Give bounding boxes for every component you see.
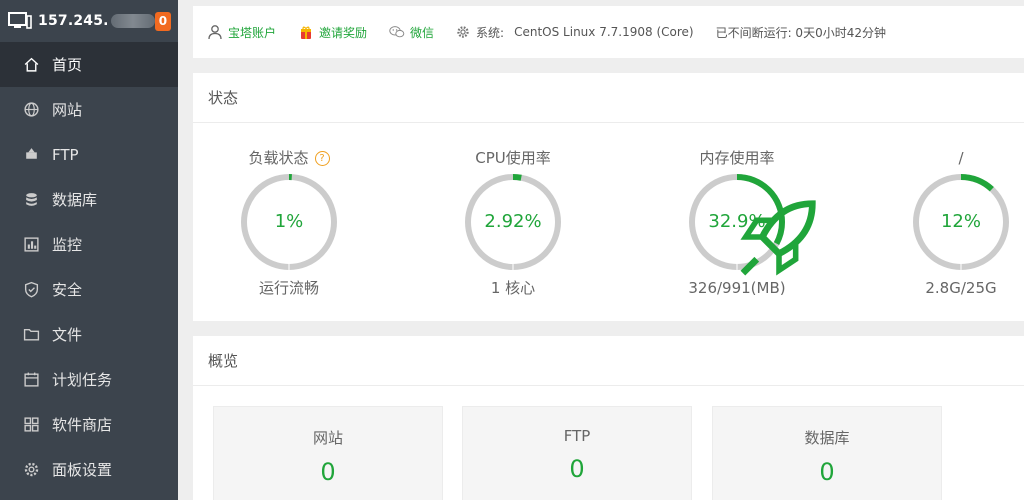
overview-card-website[interactable]: 网站 0	[213, 406, 443, 500]
gauge-subtext: 运行流畅	[258, 279, 319, 297]
system-label: 系统:	[476, 25, 505, 40]
card-label: 网站	[312, 429, 343, 447]
help-icon[interactable]: ?	[314, 150, 330, 166]
shield-icon	[23, 281, 40, 298]
sidebar-item-store[interactable]: 软件商店	[0, 402, 178, 447]
database-icon	[23, 191, 40, 208]
sidebar-item-files[interactable]: 文件	[0, 312, 178, 357]
sidebar-item-label: 文件	[52, 326, 83, 344]
sidebar-item-cron[interactable]: 计划任务	[0, 357, 178, 402]
sidebar-item-label: 软件商店	[52, 416, 113, 434]
ip-redaction	[110, 14, 155, 28]
user-icon	[207, 24, 223, 40]
sidebar-item-label: 计划任务	[52, 371, 113, 389]
calendar-icon	[23, 371, 40, 388]
status-title: 状态	[193, 73, 1024, 123]
sidebar-item-label: 面板设置	[52, 461, 113, 479]
gauge-title: 负载状态	[248, 149, 309, 167]
sidebar-item-security[interactable]: 安全	[0, 267, 178, 312]
sidebar-item-label: FTP	[52, 145, 79, 164]
memory-gauge[interactable]: 内存使用率 32.9% 326/991(MB)	[662, 147, 816, 299]
overview-title: 概览	[193, 336, 1024, 386]
sidebar-item-label: 网站	[52, 101, 83, 119]
wechat-link[interactable]: 微信	[389, 24, 434, 41]
disk-gauge[interactable]: / 12% 2.8G/25G	[886, 147, 1024, 299]
wechat-label: 微信	[410, 25, 435, 40]
gauge-value: 32.9%	[708, 211, 766, 232]
sidebar-item-label: 数据库	[52, 191, 98, 209]
sidebar-item-database[interactable]: 数据库	[0, 177, 178, 222]
card-label: FTP	[563, 427, 591, 445]
card-value: 0	[320, 458, 336, 486]
gauge-title: 内存使用率	[699, 149, 775, 167]
wechat-icon	[389, 24, 405, 40]
sidebar-item-label: 安全	[52, 281, 83, 299]
sidebar: 157.245. 0 首页 网站 FTP 数据库 监控 安全 文件 计划任务 软…	[0, 0, 178, 500]
overview-card-ftp[interactable]: FTP 0	[462, 406, 692, 500]
home-icon	[23, 56, 40, 73]
gauge-value: 2.92%	[484, 211, 542, 232]
system-info: 系统: CentOS Linux 7.7.1908 (Core)	[456, 24, 694, 41]
uptime-info: 已不间断运行: 0天0小时42分钟	[716, 24, 886, 41]
status-panel: 状态 负载状态? 1% 运行流畅 CPU使用率 2.92% 1 核心 内存使用率…	[193, 73, 1024, 321]
monitor-icon	[8, 11, 32, 31]
sidebar-item-monitor[interactable]: 监控	[0, 222, 178, 267]
apps-icon	[23, 416, 40, 433]
sidebar-item-ftp[interactable]: FTP	[0, 132, 178, 177]
gauge-subtext: 1 核心	[490, 279, 536, 297]
card-value: 0	[569, 455, 585, 483]
server-ip: 157.245.	[38, 13, 109, 29]
gauge-value: 1%	[274, 211, 304, 232]
ftp-icon	[23, 146, 40, 163]
sidebar-item-settings[interactable]: 面板设置	[0, 447, 178, 492]
cpu-gauge[interactable]: CPU使用率 2.92% 1 核心	[438, 147, 588, 299]
sidebar-item-label: 监控	[52, 236, 83, 254]
card-value: 0	[819, 458, 835, 486]
sidebar-item-label: 首页	[52, 56, 83, 74]
gauge-subtext: 2.8G/25G	[925, 279, 997, 297]
system-value: CentOS Linux 7.7.1908 (Core)	[514, 25, 694, 39]
gauge-value: 12%	[940, 211, 981, 232]
overview-card-database[interactable]: 数据库 0	[712, 406, 942, 500]
overview-panel: 概览 网站 0 FTP 0 数据库 0	[193, 336, 1024, 500]
sidebar-item-home[interactable]: 首页	[0, 42, 178, 87]
uptime-text: 已不间断运行: 0天0小时42分钟	[715, 25, 886, 40]
gear-icon	[23, 461, 40, 478]
card-label: 数据库	[804, 429, 850, 447]
monitor-icon	[23, 236, 40, 253]
gear-icon	[456, 25, 470, 39]
sidebar-item-website[interactable]: 网站	[0, 87, 178, 132]
account-label: 宝塔账户	[228, 25, 277, 40]
invite-link[interactable]: 邀请奖励	[298, 24, 367, 41]
top-info-bar: 宝塔账户 邀请奖励 微信 系统: CentOS Linux 7.7.1908 (…	[193, 6, 1024, 58]
globe-icon	[23, 101, 40, 118]
gift-icon	[298, 24, 314, 40]
account-link[interactable]: 宝塔账户	[207, 24, 276, 41]
server-header[interactable]: 157.245. 0	[0, 0, 178, 42]
load-gauge[interactable]: 负载状态? 1% 运行流畅	[214, 147, 364, 299]
message-badge[interactable]: 0	[154, 11, 171, 31]
gauge-title: CPU使用率	[475, 149, 551, 167]
gauge-title: /	[958, 149, 964, 167]
invite-label: 邀请奖励	[319, 25, 368, 40]
folder-icon	[23, 326, 40, 343]
